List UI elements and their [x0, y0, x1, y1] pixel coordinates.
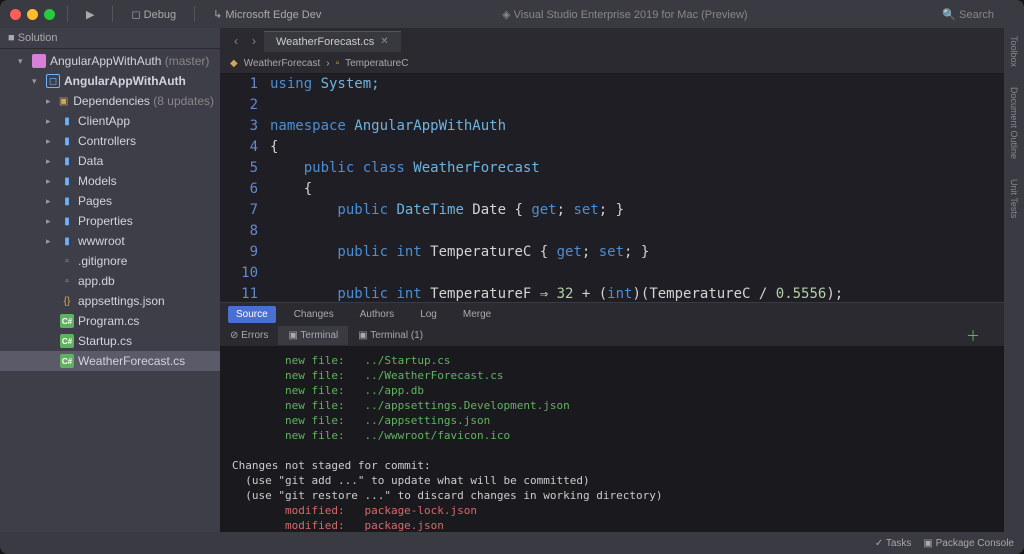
statusbar: ✓ Tasks ▣ Package Console	[0, 532, 1024, 554]
minimize-icon[interactable]	[27, 9, 38, 20]
editor-tab[interactable]: WeatherForecast.cs ✕	[264, 31, 401, 52]
config-selector[interactable]: ◻ Debug	[125, 6, 182, 23]
folder-icon: ▮	[60, 214, 74, 228]
project-node[interactable]: ▾ ◻ AngularAppWithAuth	[0, 71, 220, 91]
nav-back-icon[interactable]: ‹	[228, 34, 244, 48]
folder-properties[interactable]: ▸▮Properties	[0, 211, 220, 231]
nav-forward-icon[interactable]: ›	[246, 34, 262, 48]
line-gutter: 123456789101112	[220, 74, 270, 302]
app-window: ▶ ◻ Debug ↳ Microsoft Edge Dev ◈ Visual …	[0, 0, 1024, 554]
solution-header: ■ Solution	[0, 28, 220, 49]
folder-wwwroot[interactable]: ▸▮wwwroot	[0, 231, 220, 251]
dependencies-node[interactable]: ▸ ▣ Dependencies (8 updates)	[0, 91, 220, 111]
window-controls	[10, 9, 55, 20]
solution-icon	[32, 54, 46, 68]
chevron-right-icon[interactable]: ▸	[46, 236, 56, 247]
cs-file-icon: C#	[60, 314, 74, 328]
code-editor[interactable]: 123456789101112 using System; namespace …	[220, 74, 1004, 302]
folder-data[interactable]: ▸▮Data	[0, 151, 220, 171]
folder-icon: ▮	[60, 194, 74, 208]
file-program-cs[interactable]: C#Program.cs	[0, 311, 220, 331]
subtab-errors[interactable]: ⊘ Errors	[220, 326, 278, 345]
close-icon[interactable]	[10, 9, 21, 20]
tab-merge[interactable]: Merge	[455, 306, 499, 323]
json-file-icon: {}	[60, 294, 74, 308]
file--gitignore[interactable]: ▫.gitignore	[0, 251, 220, 271]
folder-clientapp[interactable]: ▸▮ClientApp	[0, 111, 220, 131]
class-icon: ◆	[230, 58, 238, 69]
file-file-icon: ▫	[60, 274, 74, 288]
source-control-tabs: Source Changes Authors Log Merge	[220, 303, 1004, 325]
chevron-right-icon[interactable]: ▸	[46, 216, 56, 227]
subtab-terminal[interactable]: ▣ Terminal	[278, 326, 348, 345]
file-weatherforecast-cs[interactable]: C#WeatherForecast.cs	[0, 351, 220, 371]
unit-tests-tab[interactable]: Unit Tests	[1009, 179, 1019, 218]
zoom-icon[interactable]	[44, 9, 55, 20]
cs-file-icon: C#	[60, 354, 74, 368]
output-tabs: ⊘ Errors▣ Terminal▣ Terminal (1) ＋	[220, 325, 1004, 347]
folder-icon: ▮	[60, 174, 74, 188]
folder-models[interactable]: ▸▮Models	[0, 171, 220, 191]
chevron-right-icon[interactable]: ▸	[46, 156, 56, 167]
separator	[194, 6, 195, 22]
folder-icon: ▮	[60, 234, 74, 248]
separator	[67, 6, 68, 22]
chevron-right-icon[interactable]: ▸	[46, 116, 56, 127]
property-icon: ▫	[336, 58, 340, 69]
project-icon: ◻	[46, 74, 60, 88]
cs-file-icon: C#	[60, 334, 74, 348]
file-file-icon: ▫	[60, 254, 74, 268]
body: ■ Solution ▾ AngularAppWithAuth (master)…	[0, 28, 1024, 532]
tab-source[interactable]: Source	[228, 306, 276, 323]
folder-icon: ▮	[60, 114, 74, 128]
code-content[interactable]: using System; namespace AngularAppWithAu…	[270, 74, 1004, 302]
target-selector[interactable]: ↳ Microsoft Edge Dev	[207, 6, 327, 23]
file-app-db[interactable]: ▫app.db	[0, 271, 220, 291]
tasks-button[interactable]: ✓ Tasks	[875, 538, 912, 549]
titlebar: ▶ ◻ Debug ↳ Microsoft Edge Dev ◈ Visual …	[0, 0, 1024, 28]
separator	[112, 6, 113, 22]
terminal-output[interactable]: new file: ../Startup.cs new file: ../Wea…	[220, 347, 1004, 532]
breadcrumb[interactable]: ◆WeatherForecast › ▫TemperatureC	[220, 54, 1004, 74]
package-icon: ▣	[58, 94, 69, 108]
tab-log[interactable]: Log	[412, 306, 445, 323]
solution-explorer: ■ Solution ▾ AngularAppWithAuth (master)…	[0, 28, 220, 532]
file-appsettings-json[interactable]: {}appsettings.json	[0, 291, 220, 311]
subtab-terminal1[interactable]: ▣ Terminal (1)	[348, 326, 433, 345]
right-tool-rail: Toolbox Document Outline Unit Tests	[1004, 28, 1024, 532]
folder-icon: ▮	[60, 134, 74, 148]
app-title: ◈ Visual Studio Enterprise 2019 for Mac …	[335, 8, 914, 21]
solution-tree: ▾ AngularAppWithAuth (master) ▾ ◻ Angula…	[0, 49, 220, 532]
folder-controllers[interactable]: ▸▮Controllers	[0, 131, 220, 151]
chevron-right-icon[interactable]: ▸	[46, 196, 56, 207]
add-terminal-button[interactable]: ＋	[966, 326, 980, 346]
run-button[interactable]: ▶	[80, 6, 100, 23]
package-console-button[interactable]: ▣ Package Console	[923, 538, 1014, 549]
folder-pages[interactable]: ▸▮Pages	[0, 191, 220, 211]
chevron-down-icon[interactable]: ▾	[32, 76, 42, 87]
tab-changes[interactable]: Changes	[286, 306, 342, 323]
chevron-right-icon[interactable]: ▸	[46, 96, 54, 107]
search-field[interactable]: 🔍 Search	[922, 8, 1014, 21]
bottom-pane: SourceChangesAuthorsLogMerge ⊘ Errors▣ T…	[220, 302, 1004, 532]
chevron-down-icon[interactable]: ▾	[18, 56, 28, 67]
chevron-right-icon[interactable]: ▸	[46, 176, 56, 187]
tab-authors[interactable]: Authors	[352, 306, 402, 323]
solution-node[interactable]: ▾ AngularAppWithAuth (master)	[0, 51, 220, 71]
file-startup-cs[interactable]: C#Startup.cs	[0, 331, 220, 351]
editor-area: ‹ › WeatherForecast.cs ✕ ◆WeatherForecas…	[220, 28, 1004, 532]
editor-tabbar: ‹ › WeatherForecast.cs ✕	[220, 28, 1004, 54]
chevron-right-icon[interactable]: ▸	[46, 136, 56, 147]
folder-icon: ▮	[60, 154, 74, 168]
close-tab-icon[interactable]: ✕	[380, 36, 388, 47]
document-outline-tab[interactable]: Document Outline	[1009, 87, 1019, 159]
toolbox-tab[interactable]: Toolbox	[1009, 36, 1019, 67]
